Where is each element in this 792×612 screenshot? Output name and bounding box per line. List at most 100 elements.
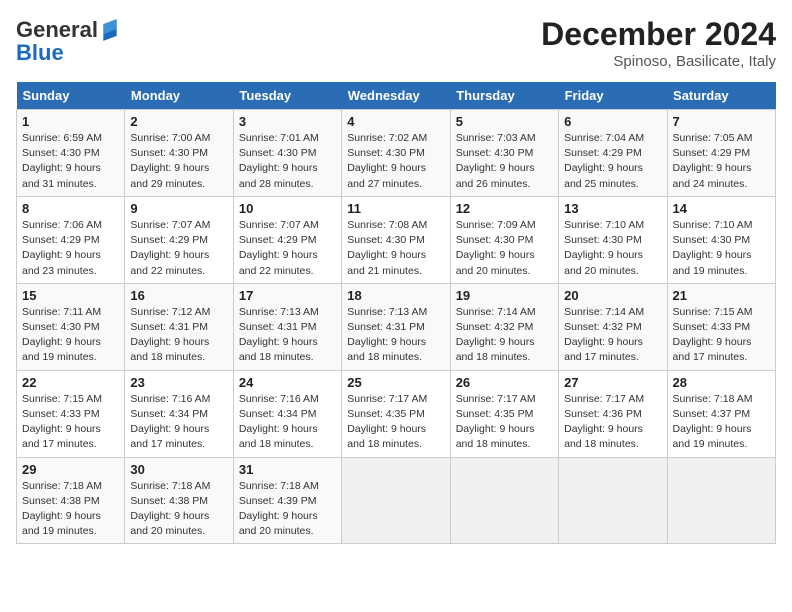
- day-number: 11: [347, 201, 444, 216]
- day-number: 19: [456, 288, 553, 303]
- day-info: Sunrise: 7:15 AMSunset: 4:33 PMDaylight:…: [673, 305, 770, 366]
- day-number: 2: [130, 114, 227, 129]
- day-info: Sunrise: 7:13 AMSunset: 4:31 PMDaylight:…: [347, 305, 444, 366]
- day-info: Sunrise: 6:59 AMSunset: 4:30 PMDaylight:…: [22, 131, 119, 192]
- logo: General Blue: [16, 16, 120, 66]
- day-number: 14: [673, 201, 770, 216]
- day-info: Sunrise: 7:16 AMSunset: 4:34 PMDaylight:…: [130, 392, 227, 453]
- calendar-cell: 28 Sunrise: 7:18 AMSunset: 4:37 PMDayligh…: [667, 370, 775, 457]
- day-number: 30: [130, 462, 227, 477]
- day-info: Sunrise: 7:05 AMSunset: 4:29 PMDaylight:…: [673, 131, 770, 192]
- day-info: Sunrise: 7:08 AMSunset: 4:30 PMDaylight:…: [347, 218, 444, 279]
- calendar-cell: 18Sunrise: 7:13 AMSunset: 4:31 PMDayligh…: [342, 283, 450, 370]
- weekday-saturday: Saturday: [667, 82, 775, 110]
- calendar-cell: 1Sunrise: 6:59 AMSunset: 4:30 PMDaylight…: [17, 110, 125, 197]
- calendar-week-1: 1Sunrise: 6:59 AMSunset: 4:30 PMDaylight…: [17, 110, 776, 197]
- day-number: 23: [130, 375, 227, 390]
- calendar-cell: 13Sunrise: 7:10 AMSunset: 4:30 PMDayligh…: [559, 196, 667, 283]
- day-number: 21: [673, 288, 770, 303]
- day-number: 15: [22, 288, 119, 303]
- calendar-cell: 29 Sunrise: 7:18 AMSunset: 4:38 PMDayligh…: [17, 457, 125, 544]
- calendar-cell: 7 Sunrise: 7:05 AMSunset: 4:29 PMDaylight…: [667, 110, 775, 197]
- day-info: Sunrise: 7:03 AMSunset: 4:30 PMDaylight:…: [456, 131, 553, 192]
- calendar-cell: 3Sunrise: 7:01 AMSunset: 4:30 PMDaylight…: [233, 110, 341, 197]
- day-info: Sunrise: 7:18 AMSunset: 4:37 PMDaylight:…: [673, 392, 770, 453]
- calendar-cell: 14 Sunrise: 7:10 AMSunset: 4:30 PMDayligh…: [667, 196, 775, 283]
- calendar-cell: 10 Sunrise: 7:07 AMSunset: 4:29 PMDayligh…: [233, 196, 341, 283]
- day-number: 10: [239, 201, 336, 216]
- day-info: Sunrise: 7:00 AMSunset: 4:30 PMDaylight:…: [130, 131, 227, 192]
- calendar-cell: 23 Sunrise: 7:16 AMSunset: 4:34 PMDayligh…: [125, 370, 233, 457]
- calendar-cell: 31 Sunrise: 7:18 AMSunset: 4:39 PMDayligh…: [233, 457, 341, 544]
- calendar-cell: 27Sunrise: 7:17 AMSunset: 4:36 PMDayligh…: [559, 370, 667, 457]
- calendar-cell: 22 Sunrise: 7:15 AMSunset: 4:33 PMDayligh…: [17, 370, 125, 457]
- weekday-tuesday: Tuesday: [233, 82, 341, 110]
- day-info: Sunrise: 7:17 AMSunset: 4:35 PMDaylight:…: [347, 392, 444, 453]
- day-number: 20: [564, 288, 661, 303]
- weekday-wednesday: Wednesday: [342, 82, 450, 110]
- day-info: Sunrise: 7:18 AMSunset: 4:39 PMDaylight:…: [239, 479, 336, 540]
- page-header: General Blue December 2024 Spinoso, Basi…: [16, 16, 776, 70]
- calendar-body: 1Sunrise: 6:59 AMSunset: 4:30 PMDaylight…: [17, 110, 776, 544]
- day-info: Sunrise: 7:18 AMSunset: 4:38 PMDaylight:…: [22, 479, 119, 540]
- day-number: 5: [456, 114, 553, 129]
- day-number: 28: [673, 375, 770, 390]
- calendar-cell: 26 Sunrise: 7:17 AMSunset: 4:35 PMDayligh…: [450, 370, 558, 457]
- calendar-cell: [559, 457, 667, 544]
- day-number: 6: [564, 114, 661, 129]
- day-number: 17: [239, 288, 336, 303]
- day-number: 26: [456, 375, 553, 390]
- weekday-monday: Monday: [125, 82, 233, 110]
- weekday-friday: Friday: [559, 82, 667, 110]
- calendar-cell: 8Sunrise: 7:06 AMSunset: 4:29 PMDaylight…: [17, 196, 125, 283]
- calendar-cell: [342, 457, 450, 544]
- calendar-cell: 2 Sunrise: 7:00 AMSunset: 4:30 PMDaylight…: [125, 110, 233, 197]
- day-info: Sunrise: 7:09 AMSunset: 4:30 PMDaylight:…: [456, 218, 553, 279]
- day-info: Sunrise: 7:17 AMSunset: 4:35 PMDaylight:…: [456, 392, 553, 453]
- day-info: Sunrise: 7:07 AMSunset: 4:29 PMDaylight:…: [130, 218, 227, 279]
- calendar-cell: 4 Sunrise: 7:02 AMSunset: 4:30 PMDaylight…: [342, 110, 450, 197]
- day-info: Sunrise: 7:06 AMSunset: 4:29 PMDaylight:…: [22, 218, 119, 279]
- calendar-title: December 2024: [541, 16, 776, 53]
- day-info: Sunrise: 7:16 AMSunset: 4:34 PMDaylight:…: [239, 392, 336, 453]
- weekday-header-row: SundayMondayTuesdayWednesdayThursdayFrid…: [17, 82, 776, 110]
- logo-icon: [100, 16, 120, 44]
- calendar-subtitle: Spinoso, Basilicate, Italy: [541, 53, 776, 70]
- calendar-cell: 9 Sunrise: 7:07 AMSunset: 4:29 PMDaylight…: [125, 196, 233, 283]
- calendar-cell: 25 Sunrise: 7:17 AMSunset: 4:35 PMDayligh…: [342, 370, 450, 457]
- day-number: 29: [22, 462, 119, 477]
- day-info: Sunrise: 7:04 AMSunset: 4:29 PMDaylight:…: [564, 131, 661, 192]
- day-number: 7: [673, 114, 770, 129]
- calendar-cell: 16 Sunrise: 7:12 AMSunset: 4:31 PMDayligh…: [125, 283, 233, 370]
- day-info: Sunrise: 7:15 AMSunset: 4:33 PMDaylight:…: [22, 392, 119, 453]
- calendar-week-3: 15 Sunrise: 7:11 AMSunset: 4:30 PMDayligh…: [17, 283, 776, 370]
- calendar-table: SundayMondayTuesdayWednesdayThursdayFrid…: [16, 82, 776, 544]
- day-number: 31: [239, 462, 336, 477]
- calendar-cell: [667, 457, 775, 544]
- day-number: 9: [130, 201, 227, 216]
- calendar-cell: 20Sunrise: 7:14 AMSunset: 4:32 PMDayligh…: [559, 283, 667, 370]
- day-number: 25: [347, 375, 444, 390]
- day-number: 4: [347, 114, 444, 129]
- day-number: 24: [239, 375, 336, 390]
- calendar-cell: 30Sunrise: 7:18 AMSunset: 4:38 PMDayligh…: [125, 457, 233, 544]
- day-info: Sunrise: 7:02 AMSunset: 4:30 PMDaylight:…: [347, 131, 444, 192]
- day-info: Sunrise: 7:13 AMSunset: 4:31 PMDaylight:…: [239, 305, 336, 366]
- calendar-cell: 19Sunrise: 7:14 AMSunset: 4:32 PMDayligh…: [450, 283, 558, 370]
- calendar-cell: 17 Sunrise: 7:13 AMSunset: 4:31 PMDayligh…: [233, 283, 341, 370]
- calendar-week-5: 29 Sunrise: 7:18 AMSunset: 4:38 PMDayligh…: [17, 457, 776, 544]
- day-number: 13: [564, 201, 661, 216]
- day-number: 22: [22, 375, 119, 390]
- calendar-cell: 6 Sunrise: 7:04 AMSunset: 4:29 PMDaylight…: [559, 110, 667, 197]
- day-info: Sunrise: 7:10 AMSunset: 4:30 PMDaylight:…: [673, 218, 770, 279]
- day-info: Sunrise: 7:11 AMSunset: 4:30 PMDaylight:…: [22, 305, 119, 366]
- calendar-cell: 11 Sunrise: 7:08 AMSunset: 4:30 PMDayligh…: [342, 196, 450, 283]
- day-info: Sunrise: 7:07 AMSunset: 4:29 PMDaylight:…: [239, 218, 336, 279]
- calendar-week-2: 8Sunrise: 7:06 AMSunset: 4:29 PMDaylight…: [17, 196, 776, 283]
- calendar-cell: [450, 457, 558, 544]
- calendar-cell: 12 Sunrise: 7:09 AMSunset: 4:30 PMDayligh…: [450, 196, 558, 283]
- day-info: Sunrise: 7:12 AMSunset: 4:31 PMDaylight:…: [130, 305, 227, 366]
- day-number: 12: [456, 201, 553, 216]
- calendar-cell: 15 Sunrise: 7:11 AMSunset: 4:30 PMDayligh…: [17, 283, 125, 370]
- day-number: 16: [130, 288, 227, 303]
